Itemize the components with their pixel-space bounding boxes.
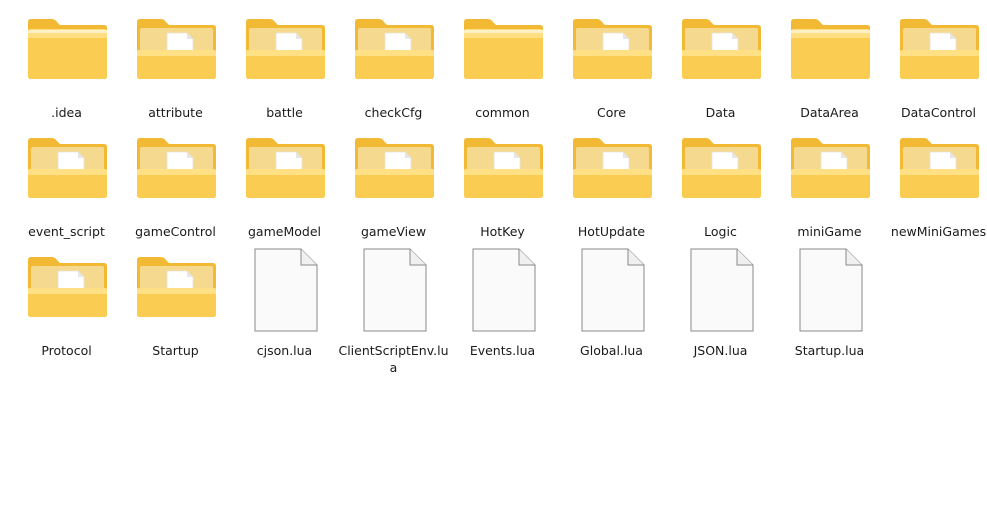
file-icon [339, 248, 448, 332]
file-item[interactable]: Events.lua [448, 248, 557, 371]
folder-item[interactable]: common [448, 14, 557, 133]
file-item[interactable]: Startup.lua [775, 248, 884, 371]
item-label: gameView [360, 224, 427, 239]
item-label: cjson.lua [256, 343, 313, 358]
item-label: battle [266, 105, 303, 120]
folder-with-files-icon [12, 252, 121, 328]
folder-item[interactable]: gameView [339, 133, 448, 252]
item-label: ClientScriptEnv.lua [338, 343, 449, 375]
folder-with-files-icon [884, 133, 987, 209]
item-label: Startup.lua [794, 343, 865, 358]
folder-with-files-icon [775, 133, 884, 209]
folder-with-files-icon [339, 14, 448, 90]
folder-item[interactable]: Data [666, 14, 775, 133]
folder-item[interactable]: Protocol [12, 252, 121, 371]
item-label: Logic [704, 224, 737, 239]
folder-with-files-icon [121, 252, 230, 328]
folder-with-files-icon [12, 133, 121, 209]
folder-item[interactable]: attribute [121, 14, 230, 133]
folder-item[interactable]: gameModel [230, 133, 339, 252]
file-grid: .idea attribute battle checkCfg common Core Da… [12, 14, 987, 375]
folder-item[interactable]: checkCfg [339, 14, 448, 133]
file-icon [230, 248, 339, 332]
folder-item[interactable]: HotUpdate [557, 133, 666, 252]
item-label: Core [597, 105, 626, 120]
folder-icon [448, 14, 557, 90]
item-label: JSON.lua [693, 343, 748, 358]
file-icon [448, 248, 557, 332]
folder-item[interactable]: event_script [12, 133, 121, 252]
folder-icon [12, 14, 121, 90]
item-label: Global.lua [580, 343, 643, 358]
item-label: .idea [51, 105, 82, 120]
folder-item[interactable]: Core [557, 14, 666, 133]
item-label: DataArea [800, 105, 859, 120]
item-label: gameControl [135, 224, 216, 239]
item-label: Events.lua [469, 343, 536, 358]
folder-with-files-icon [666, 133, 775, 209]
folder-with-files-icon [339, 133, 448, 209]
folder-with-files-icon [448, 133, 557, 209]
folder-item[interactable]: Logic [666, 133, 775, 252]
item-label: Data [705, 105, 736, 120]
item-label: newMiniGames [890, 224, 987, 239]
item-label: common [475, 105, 530, 120]
file-icon [666, 248, 775, 332]
item-label: event_script [28, 224, 105, 239]
folder-with-files-icon [230, 133, 339, 209]
item-label: DataControl [900, 105, 977, 120]
file-item[interactable]: cjson.lua [230, 248, 339, 371]
folder-item[interactable]: miniGame [775, 133, 884, 252]
folder-with-files-icon [230, 14, 339, 90]
folder-item[interactable]: Startup [121, 252, 230, 371]
item-label: HotUpdate [577, 224, 646, 239]
folder-with-files-icon [557, 14, 666, 90]
item-label: Protocol [41, 343, 92, 358]
item-label: attribute [148, 105, 203, 120]
folder-with-files-icon [121, 133, 230, 209]
folder-with-files-icon [121, 14, 230, 90]
item-label: Startup [152, 343, 199, 358]
folder-item[interactable]: .idea [12, 14, 121, 133]
folder-item[interactable]: battle [230, 14, 339, 133]
file-item[interactable]: ClientScriptEnv.lua [338, 248, 449, 375]
file-item[interactable]: Global.lua [557, 248, 666, 371]
folder-icon [775, 14, 884, 90]
file-icon [775, 248, 884, 332]
folder-item[interactable]: DataArea [775, 14, 884, 133]
folder-item[interactable]: DataControl [884, 14, 987, 133]
folder-item[interactable]: HotKey [448, 133, 557, 252]
item-label: HotKey [480, 224, 525, 239]
item-label: checkCfg [364, 105, 423, 120]
folder-item[interactable]: gameControl [121, 133, 230, 252]
folder-with-files-icon [557, 133, 666, 209]
file-icon [557, 248, 666, 332]
file-item[interactable]: JSON.lua [666, 248, 775, 371]
item-label: gameModel [248, 224, 321, 239]
folder-with-files-icon [884, 14, 987, 90]
item-label: miniGame [797, 224, 862, 239]
folder-item[interactable]: newMiniGames [884, 133, 987, 252]
folder-with-files-icon [666, 14, 775, 90]
